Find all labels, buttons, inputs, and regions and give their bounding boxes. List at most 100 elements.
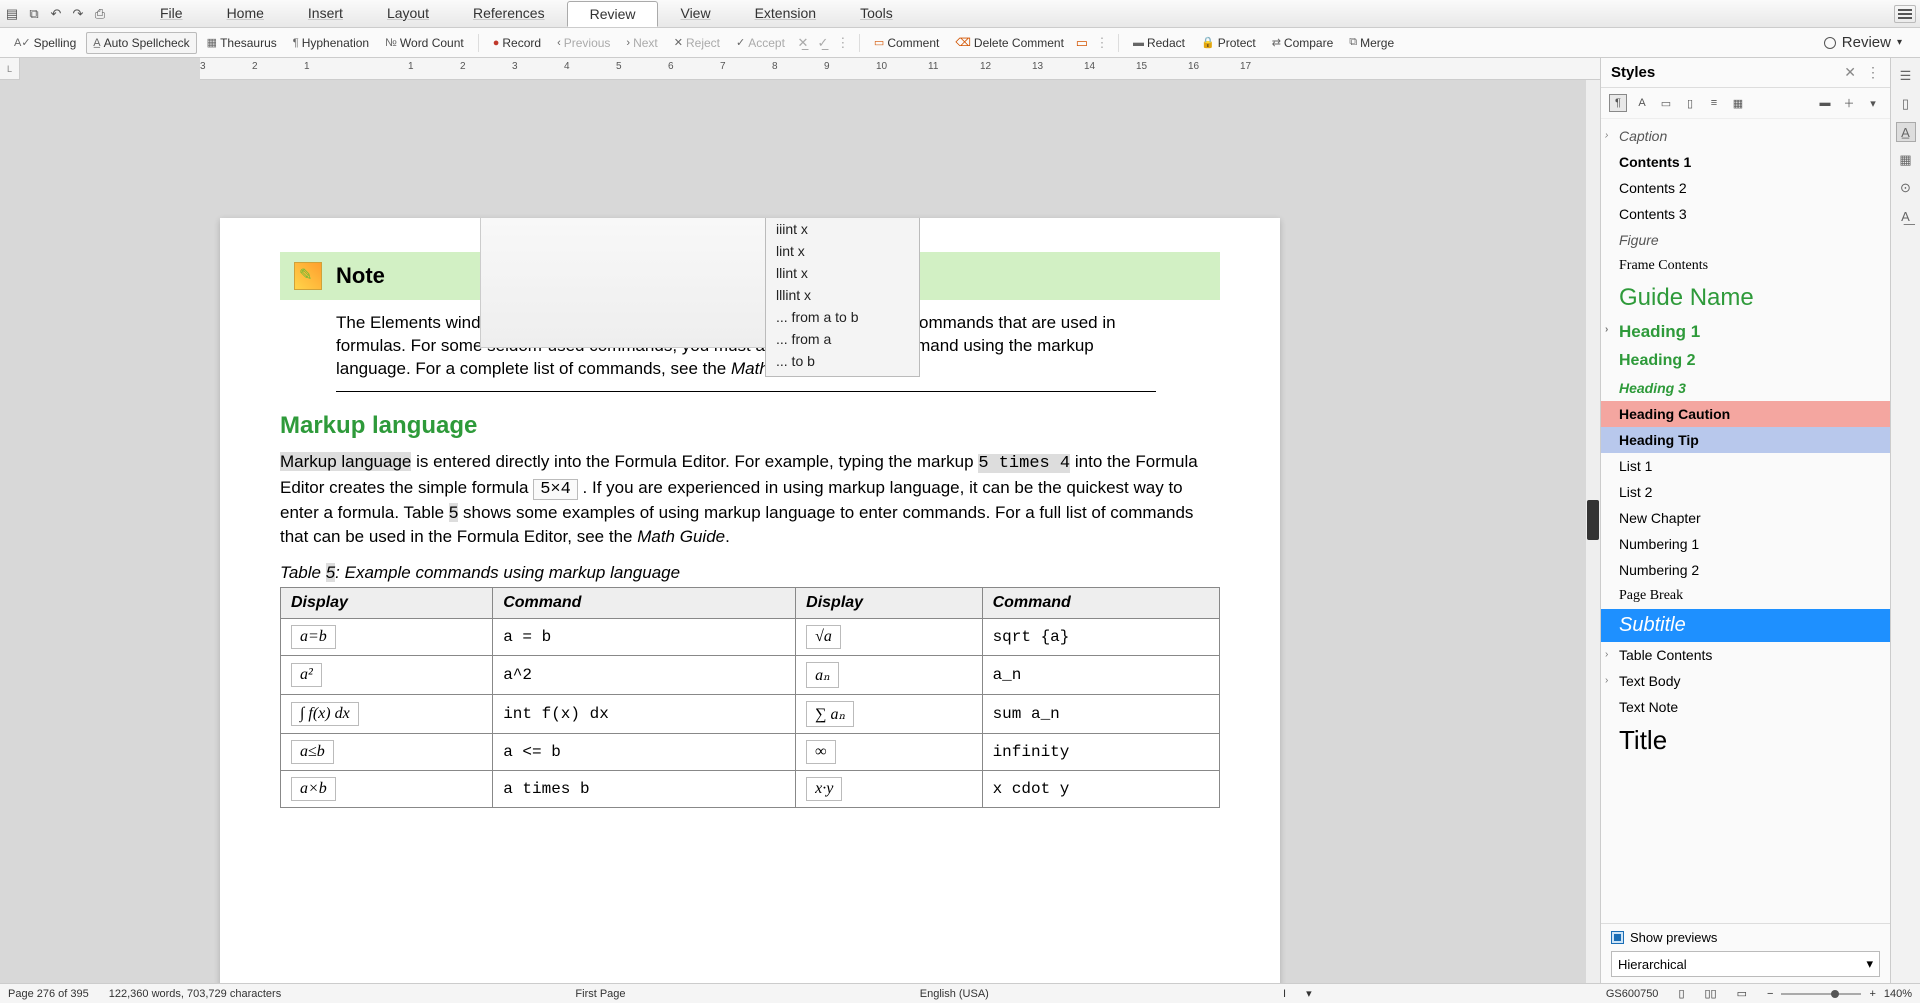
redact-button[interactable]: ▬Redact [1127,33,1191,53]
gallery-icon[interactable]: ▦ [1896,150,1916,170]
menu-view[interactable]: View [658,1,732,27]
style-title[interactable]: Title [1601,720,1890,761]
show-previews-checkbox[interactable]: Show previews [1611,930,1880,945]
delete-comment-button[interactable]: ⌫Delete Comment [949,33,1070,53]
style-heading-3[interactable]: Heading 3 [1601,375,1890,401]
reject-button[interactable]: ✕Reject [668,33,726,53]
menu-review[interactable]: Review [567,1,659,27]
style-numbering-1[interactable]: Numbering 1 [1601,531,1890,557]
paragraph-styles-icon[interactable]: ¶ [1609,94,1627,112]
language-status[interactable]: English (USA) [920,988,989,1000]
wordcount-status[interactable]: 122,360 words, 703,729 characters [109,988,281,1000]
style-list-2[interactable]: List 2 [1601,479,1890,505]
styles-more-icon[interactable]: ⋮ [1866,64,1880,81]
zoom-in-icon[interactable]: + [1869,988,1875,1000]
record-button[interactable]: ●Record [487,33,547,53]
styles-rail-icon[interactable]: A̲ [1896,122,1916,142]
undo-icon[interactable]: ↶ [48,6,64,22]
vertical-scrollbar[interactable] [1586,80,1600,983]
expand-icon[interactable]: › [1605,649,1608,660]
zoom-control[interactable]: − + 140% [1767,988,1912,1000]
new-style-icon[interactable]: ＋ [1840,94,1858,112]
menu-layout[interactable]: Layout [365,1,451,27]
comment-nav-icon[interactable]: ▭ [1074,35,1090,51]
style-filter-dropdown[interactable]: Hierarchical▾ [1611,951,1880,977]
auto-spellcheck-button[interactable]: A̲Auto Spellcheck [86,32,196,54]
expand-icon[interactable]: › [1605,675,1608,686]
style-heading-tip[interactable]: Heading Tip [1601,427,1890,453]
menu-tools[interactable]: Tools [838,1,915,27]
style-figure[interactable]: Figure [1601,227,1890,253]
view-multi-icon[interactable]: ▯▯ [1705,987,1717,1000]
style-actions-icon[interactable]: ▾ [1864,94,1882,112]
insert-mode-icon[interactable]: I [1283,988,1286,1000]
review-dropdown[interactable]: Review▾ [1814,31,1912,54]
menu-file[interactable]: File [138,1,205,27]
zoom-value[interactable]: 140% [1884,988,1912,1000]
zoom-out-icon[interactable]: − [1767,988,1773,1000]
expand-icon[interactable]: › [1605,130,1608,141]
protect-button[interactable]: 🔒Protect [1195,33,1262,53]
track-dropdown-icon[interactable]: ⋮ [835,35,851,51]
compare-button[interactable]: ⇄Compare [1266,33,1340,53]
style-table-contents[interactable]: ›Table Contents [1601,642,1890,668]
style-heading-2[interactable]: Heading 2 [1601,347,1890,375]
hamburger-button[interactable] [1894,5,1916,23]
print-icon[interactable]: ⎙ [92,6,108,22]
style-subtitle[interactable]: Subtitle [1601,609,1890,642]
word-count-button[interactable]: №Word Count [379,33,470,53]
menu-references[interactable]: References [451,1,567,27]
style-text-note[interactable]: Text Note [1601,694,1890,720]
previous-button[interactable]: ‹Previous [551,33,616,53]
table-styles-icon[interactable]: ▦ [1729,94,1747,112]
style-numbering-2[interactable]: Numbering 2 [1601,557,1890,583]
fill-format-icon[interactable]: ▬ [1816,94,1834,112]
style-new-chapter[interactable]: New Chapter [1601,505,1890,531]
reject-all-icon[interactable]: ✕̲ [795,35,811,51]
inspector-icon[interactable]: A͟ [1896,206,1916,226]
spelling-button[interactable]: A✓Spelling [8,33,82,53]
navigator-icon[interactable]: ⊙ [1896,178,1916,198]
style-contents-1[interactable]: Contents 1 [1601,149,1890,175]
style-contents-2[interactable]: Contents 2 [1601,175,1890,201]
style-heading-1[interactable]: ›Heading 1 [1601,317,1890,347]
expand-icon[interactable]: › [1605,324,1608,335]
menu-extension[interactable]: Extension [733,1,838,27]
page-styles-icon[interactable]: ▯ [1681,94,1699,112]
pagestyle-status[interactable]: First Page [575,988,625,1000]
comment-button[interactable]: ▭Comment [868,33,945,53]
scrollbar-thumb[interactable] [1587,500,1599,540]
style-contents-3[interactable]: Contents 3 [1601,201,1890,227]
selection-mode-icon[interactable]: ▾ [1306,987,1312,1000]
style-caption[interactable]: ›Caption [1601,123,1890,149]
merge-button[interactable]: ⧉Merge [1343,33,1400,53]
save-icon[interactable]: ▤ [4,6,20,22]
horizontal-ruler[interactable]: 3211234567891011121314151617 [200,58,1600,80]
list-styles-icon[interactable]: ≡ [1705,94,1723,112]
styles-close-icon[interactable]: ✕ [1844,64,1856,81]
menu-home[interactable]: Home [205,1,286,27]
accept-button[interactable]: ✓Accept [730,33,791,53]
frame-styles-icon[interactable]: ▭ [1657,94,1675,112]
view-single-icon[interactable]: ▯ [1678,987,1684,1000]
save-as-icon[interactable]: ⧉ [26,6,42,22]
page-icon[interactable]: ▯ [1896,94,1916,114]
thesaurus-button[interactable]: ▦Thesaurus [201,33,283,53]
style-guide-name[interactable]: Guide Name [1601,279,1890,317]
menu-insert[interactable]: Insert [286,1,365,27]
styles-list[interactable]: ›CaptionContents 1Contents 2Contents 3Fi… [1601,119,1890,923]
properties-icon[interactable]: ☰ [1896,66,1916,86]
style-text-body[interactable]: ›Text Body [1601,668,1890,694]
redo-icon[interactable]: ↷ [70,6,86,22]
style-frame-contents[interactable]: Frame Contents [1601,253,1890,279]
character-styles-icon[interactable]: A [1633,94,1651,112]
comment-more-icon[interactable]: ⋮ [1094,35,1110,51]
hyphenation-button[interactable]: ¶Hyphenation [287,33,375,53]
accept-all-icon[interactable]: ✓̲ [815,35,831,51]
view-book-icon[interactable]: ▭ [1737,987,1747,1000]
style-heading-caution[interactable]: Heading Caution [1601,401,1890,427]
page-status[interactable]: Page 276 of 395 [8,988,89,1000]
style-page-break[interactable]: Page Break [1601,583,1890,609]
style-list-1[interactable]: List 1 [1601,453,1890,479]
next-button[interactable]: ›Next [620,33,663,53]
